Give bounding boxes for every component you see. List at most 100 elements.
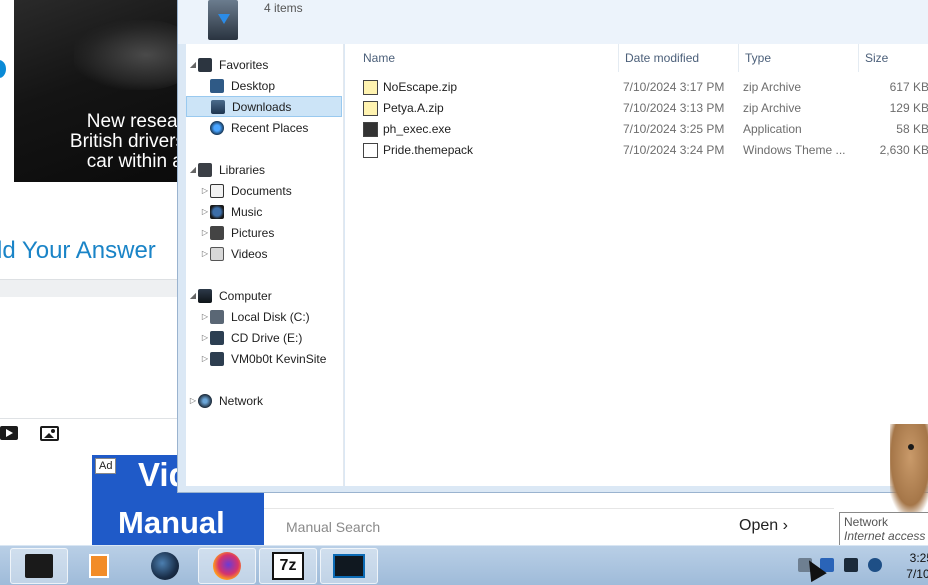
exe-icon xyxy=(363,122,378,137)
tray-network-icon[interactable] xyxy=(844,558,858,572)
nav-label: Pictures xyxy=(231,225,275,240)
nav-network-share[interactable]: ▷ VM0b0t KevinSite xyxy=(200,348,326,369)
column-label: Size xyxy=(865,51,889,65)
mascot-eye xyxy=(908,444,914,450)
expand-arrow-icon[interactable]: ◢ xyxy=(188,60,198,69)
mascot-pet[interactable] xyxy=(890,424,928,519)
explorer-details-header: 4 items xyxy=(178,0,928,44)
ad-headline: New research British drivers w car withi… xyxy=(69,111,180,172)
file-date: 7/10/2024 3:13 PM xyxy=(623,101,725,115)
file-name: ph_exec.exe xyxy=(383,122,452,136)
column-label: Name xyxy=(363,51,396,65)
local-disk-icon xyxy=(210,309,224,324)
file-row[interactable]: Petya.A.zip 7/10/2024 3:13 PM zip Archiv… xyxy=(345,98,928,119)
collapse-arrow-icon[interactable]: ▷ xyxy=(200,333,210,342)
file-row[interactable]: NoEscape.zip 7/10/2024 3:17 PM zip Archi… xyxy=(345,77,928,98)
network-icon xyxy=(198,393,212,408)
collapse-arrow-icon[interactable]: ▷ xyxy=(200,228,210,237)
manual-search-placeholder[interactable]: Manual Search xyxy=(286,519,380,535)
desktop-icon xyxy=(210,78,224,93)
nav-local-disk[interactable]: ▷ Local Disk (C:) xyxy=(200,306,310,327)
nav-label: Downloads xyxy=(232,99,292,114)
collapse-arrow-icon[interactable]: ▷ xyxy=(200,249,210,258)
image-icon[interactable] xyxy=(40,426,59,441)
video-icon[interactable] xyxy=(0,426,18,440)
explorer-icon xyxy=(25,554,53,578)
network-tooltip: Network Internet access xyxy=(839,512,928,546)
taskbar-clock[interactable]: 3:25 7/10/ xyxy=(893,550,928,582)
file-type: zip Archive xyxy=(743,80,802,94)
file-row[interactable]: Pride.themepack 7/10/2024 3:24 PM Window… xyxy=(345,140,928,161)
downloads-folder-icon xyxy=(208,0,238,40)
nav-computer[interactable]: ◢ Computer xyxy=(188,285,272,306)
nav-label: Local Disk (C:) xyxy=(231,309,310,324)
item-count: 4 items xyxy=(264,1,303,15)
nav-documents[interactable]: ▷ Documents xyxy=(200,180,292,201)
column-label: Type xyxy=(745,51,772,65)
taskbar-firefox-button[interactable] xyxy=(198,548,256,584)
nav-label: Libraries xyxy=(219,162,266,177)
clock-time: 3:25 xyxy=(909,551,928,565)
expand-arrow-icon[interactable]: ◢ xyxy=(188,291,198,300)
computer-icon xyxy=(198,288,212,303)
nav-desktop[interactable]: Desktop xyxy=(210,75,275,96)
downloads-icon xyxy=(211,99,225,114)
ad-word-bottom: Manual xyxy=(118,505,225,540)
file-date: 7/10/2024 3:25 PM xyxy=(623,122,725,136)
manual-search-bar[interactable]: Manual Search Open › xyxy=(264,508,834,544)
collapse-arrow-icon[interactable]: ▷ xyxy=(200,354,210,363)
explorer-window: 4 items ◢ Favorites Desktop Downloads Re… xyxy=(177,0,928,493)
expand-arrow-icon[interactable]: ◢ xyxy=(188,165,198,174)
file-date: 7/10/2024 3:24 PM xyxy=(623,143,725,157)
terminal-icon xyxy=(333,554,365,578)
blue-circle-icon[interactable] xyxy=(0,60,6,78)
nav-cd-drive[interactable]: ▷ CD Drive (E:) xyxy=(200,327,302,348)
taskbar-7zip-button[interactable]: 7z xyxy=(259,548,317,584)
ad-image[interactable]: New research British drivers w car withi… xyxy=(14,0,180,182)
column-label: Date modified xyxy=(625,51,700,65)
clock-date: 7/10/ xyxy=(906,567,928,581)
taskbar-terminal-button[interactable] xyxy=(320,548,378,584)
taskbar-globe-button[interactable] xyxy=(136,548,194,584)
network-drive-icon xyxy=(210,351,224,366)
nav-music[interactable]: ▷ Music xyxy=(200,201,262,222)
nav-favorites[interactable]: ◢ Favorites xyxy=(188,54,268,75)
tooltip-subtitle: Internet access xyxy=(844,529,926,543)
column-header-type[interactable]: Type xyxy=(739,44,859,72)
collapse-arrow-icon[interactable]: ▷ xyxy=(200,312,210,321)
file-type: Windows Theme ... xyxy=(743,143,846,157)
seven-zip-icon: 7z xyxy=(272,552,304,580)
nav-pictures[interactable]: ▷ Pictures xyxy=(200,222,274,243)
file-name: Petya.A.zip xyxy=(383,101,444,115)
documents-icon xyxy=(210,183,224,198)
ad-badge: Ad xyxy=(95,458,117,474)
taskbar: 7z 3:25 7/10/ xyxy=(0,545,928,585)
recent-places-icon xyxy=(210,120,224,135)
nav-label: Recent Places xyxy=(231,120,309,135)
collapse-arrow-icon[interactable]: ▷ xyxy=(200,207,210,216)
taskbar-explorer-button[interactable] xyxy=(10,548,68,584)
collapse-arrow-icon[interactable]: ▷ xyxy=(200,186,210,195)
nav-recent-places[interactable]: Recent Places xyxy=(210,117,308,138)
column-header-name[interactable]: Name xyxy=(357,44,619,72)
nav-label: VM0b0t KevinSite xyxy=(231,351,327,366)
answer-heading: ld Your Answer xyxy=(0,237,156,264)
column-header-date[interactable]: Date modified xyxy=(619,44,739,72)
nav-libraries[interactable]: ◢ Libraries xyxy=(188,159,265,180)
globe-icon xyxy=(151,552,179,580)
nav-network[interactable]: ▷ Network xyxy=(188,390,263,411)
nav-label: Music xyxy=(231,204,263,219)
pictures-icon xyxy=(210,225,224,240)
nav-label: Documents xyxy=(231,183,292,198)
column-header-size[interactable]: Size xyxy=(859,44,928,72)
taskbar-media-button[interactable] xyxy=(70,548,128,584)
file-row[interactable]: ph_exec.exe 7/10/2024 3:25 PM Applicatio… xyxy=(345,119,928,140)
nav-label: Favorites xyxy=(219,57,269,72)
nav-videos[interactable]: ▷ Videos xyxy=(200,243,267,264)
nav-label: Computer xyxy=(219,288,272,303)
nav-label: CD Drive (E:) xyxy=(231,330,303,345)
nav-downloads[interactable]: Downloads xyxy=(186,96,342,117)
tray-volume-icon[interactable] xyxy=(868,558,882,572)
collapse-arrow-icon[interactable]: ▷ xyxy=(188,396,198,405)
open-button[interactable]: Open › xyxy=(739,517,788,535)
